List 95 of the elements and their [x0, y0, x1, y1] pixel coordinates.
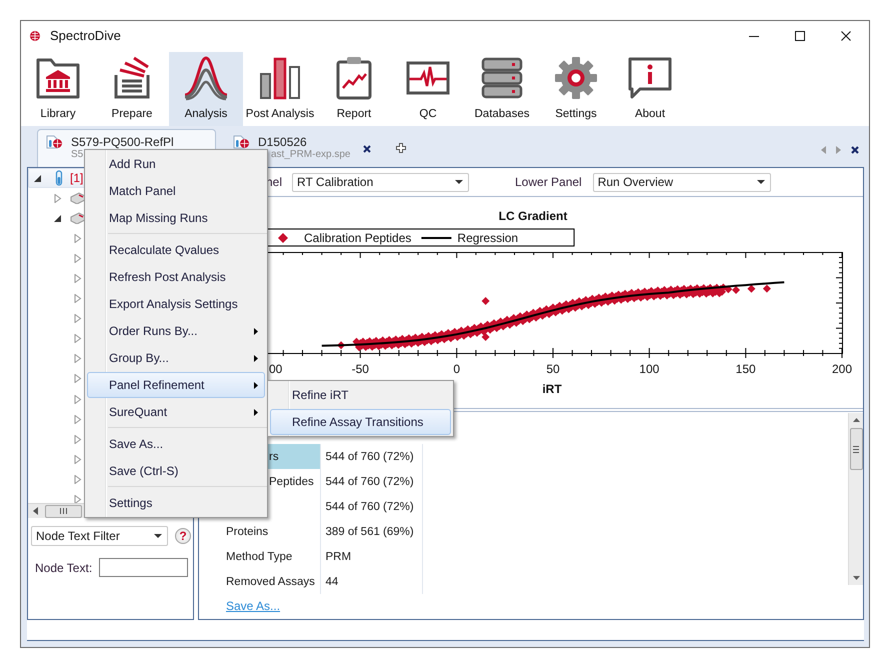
info-bubble-icon: [627, 55, 673, 101]
scroll-left-icon[interactable]: [33, 507, 38, 515]
collapsed-arrow-icon[interactable]: [73, 234, 82, 243]
maximize-icon: [795, 30, 805, 40]
menu-item[interactable]: SureQuant: [87, 399, 265, 425]
axis-title: iRT: [542, 382, 562, 396]
scroll-down-icon[interactable]: [852, 576, 860, 580]
axis-tick-label: 50: [546, 362, 560, 376]
axis-tick-label: 200: [832, 362, 852, 376]
tree-item[interactable]: [1]: [28, 168, 86, 188]
file-icon: [46, 135, 63, 149]
field-label: Lower Panel: [515, 175, 582, 189]
table-cell: 44: [320, 569, 422, 594]
ribbon-button[interactable]: Settings: [539, 52, 613, 126]
axis-tick-label: 0: [453, 362, 460, 376]
ribbon-button[interactable]: Library: [21, 52, 95, 126]
grip-icon: [853, 446, 859, 452]
collapsed-arrow-icon[interactable]: [73, 414, 82, 424]
node-text-field[interactable]: [99, 558, 188, 577]
table-cell: PRM: [320, 544, 422, 569]
axis-tick-label: -50: [352, 362, 369, 376]
ribbon-button[interactable]: About: [613, 52, 687, 126]
close-icon: [841, 30, 851, 40]
menu-item[interactable]: Recalculate Qvalues: [87, 237, 265, 263]
collapsed-arrow-icon[interactable]: [73, 274, 82, 284]
test-tube-icon: [55, 170, 63, 186]
dropdown-arrow-icon: [455, 180, 463, 184]
table-cell: 544 of 760 (72%): [320, 469, 422, 494]
menu-item[interactable]: Refine Assay Transitions: [270, 409, 451, 435]
menu-item[interactable]: Group By...: [87, 345, 265, 371]
table-cell: Method Type: [222, 544, 320, 569]
collapsed-arrow-icon[interactable]: [73, 454, 82, 464]
table-cell: 389 of 561 (69%): [320, 519, 422, 544]
ribbon-button[interactable]: Analysis: [169, 52, 243, 126]
table-cell: Proteins: [222, 519, 320, 544]
table-cell: 544 of 760 (72%): [320, 444, 422, 469]
legend-label: Calibration Peptides: [304, 231, 412, 245]
ribbon-button[interactable]: Post Analysis: [243, 52, 317, 126]
dropdown-arrow-icon: [756, 180, 765, 184]
collapsed-arrow-icon[interactable]: [73, 495, 82, 503]
menu-item[interactable]: Match Panel: [87, 178, 265, 204]
scrollbar-thumb[interactable]: [850, 428, 862, 470]
grip-icon: [60, 508, 67, 514]
ribbon-button[interactable]: Databases: [465, 52, 539, 126]
help-button[interactable]: ?: [175, 528, 191, 544]
expanded-arrow-icon[interactable]: [33, 174, 42, 183]
file-icon: [233, 135, 250, 149]
menu-item[interactable]: Refine iRT: [270, 382, 451, 408]
legend-line-icon: [421, 237, 452, 239]
window-title: SpectroDive: [50, 28, 121, 43]
collapsed-arrow-icon[interactable]: [73, 434, 82, 444]
chart-title: LC Gradient: [498, 209, 568, 223]
ribbon-button[interactable]: QC: [391, 52, 465, 126]
collapsed-arrow-icon[interactable]: [73, 354, 82, 364]
menu-item[interactable]: Map Missing Runs: [87, 205, 265, 231]
database-icon: [479, 55, 525, 101]
collapsed-arrow-icon[interactable]: [73, 474, 82, 484]
axis-tick-label: 100: [639, 362, 660, 376]
upper-panel-dropdown[interactable]: RT Calibration: [292, 172, 469, 192]
lower-panel-dropdown[interactable]: Run Overview: [592, 172, 771, 192]
close-icon[interactable]: [363, 145, 372, 153]
outlined-plus-icon[interactable]: [396, 143, 406, 153]
save-as-link[interactable]: Save As...: [226, 599, 280, 613]
menu-item[interactable]: Export Analysis Settings: [87, 291, 265, 317]
collapsed-arrow-icon[interactable]: [73, 254, 82, 263]
collapsed-arrow-icon[interactable]: [73, 314, 82, 324]
ribbon-button[interactable]: Report: [317, 52, 391, 126]
table-cell: 544 of 760 (72%): [320, 494, 422, 519]
filter-dropdown[interactable]: Node Text Filter: [31, 526, 168, 546]
field-label: Node Text:: [35, 560, 92, 574]
collapsed-arrow-icon[interactable]: [73, 294, 82, 304]
collapsed-arrow-icon[interactable]: [73, 334, 82, 344]
scroll-up-icon[interactable]: [852, 418, 860, 422]
collapsed-arrow-icon[interactable]: [53, 194, 62, 203]
menu-item[interactable]: Refresh Post Analysis: [87, 264, 265, 290]
collapsed-arrow-icon[interactable]: [73, 374, 82, 384]
menu-item[interactable]: Order Runs By...: [87, 318, 265, 344]
ribbon-button[interactable]: Prepare: [95, 52, 169, 126]
menu-item[interactable]: Panel Refinement: [87, 372, 265, 398]
peaks-icon: [183, 55, 229, 101]
globe-icon: [30, 30, 40, 40]
bar-chart-icon: [257, 55, 303, 101]
axis-tick-label: 00: [269, 362, 282, 376]
legend-marker-icon: [278, 233, 288, 243]
dropdown-arrow-icon: [154, 534, 162, 538]
expanded-arrow-icon[interactable]: [53, 214, 62, 223]
scrollbar-thumb[interactable]: [45, 504, 82, 518]
scroll-right-icon[interactable]: [836, 146, 841, 154]
vertical-scrollbar[interactable]: [848, 413, 863, 585]
close-icon[interactable]: [851, 146, 859, 154]
collapsed-arrow-icon[interactable]: [73, 394, 82, 404]
legend-label: Regression: [457, 231, 518, 245]
table-cell: Removed Assays: [222, 569, 320, 594]
gear-icon: [553, 55, 599, 101]
axis-tick-label: 150: [736, 362, 756, 376]
